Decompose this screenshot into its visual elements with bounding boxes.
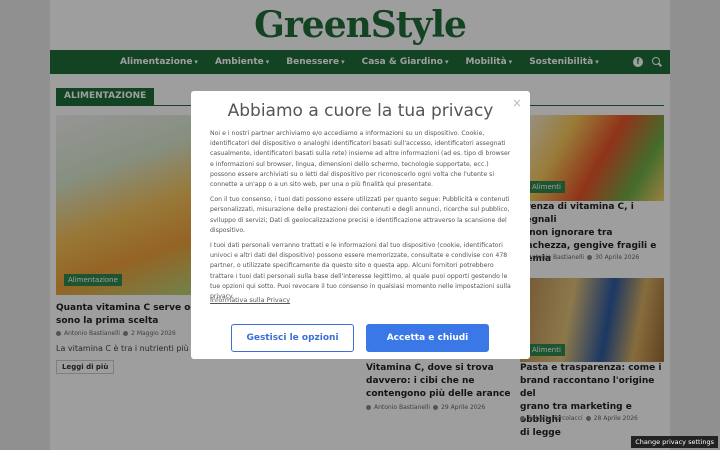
dialog-title: Abbiamo a cuore la tua privacy: [227, 101, 494, 121]
consent-paragraph: I tuoi dati personali verranno trattati …: [210, 242, 511, 301]
consent-paragraph: Con il tuo consenso, i tuoi dati possono…: [210, 196, 510, 234]
consent-paragraph: Noi e i nostri partner archiviamo e/o ac…: [210, 130, 511, 189]
privacy-policy-link[interactable]: Informativa sulla Privacy: [210, 296, 290, 304]
change-privacy-settings-button[interactable]: Change privacy settings: [631, 436, 718, 448]
dialog-body: Noi e i nostri partner archiviamo e/o ac…: [210, 129, 512, 307]
accept-and-close-button[interactable]: Accetta e chiudi: [366, 324, 489, 352]
manage-options-button[interactable]: Gestisci le opzioni: [231, 324, 354, 352]
privacy-consent-dialog: × Abbiamo a cuore la tua privacy Noi e i…: [191, 91, 530, 359]
